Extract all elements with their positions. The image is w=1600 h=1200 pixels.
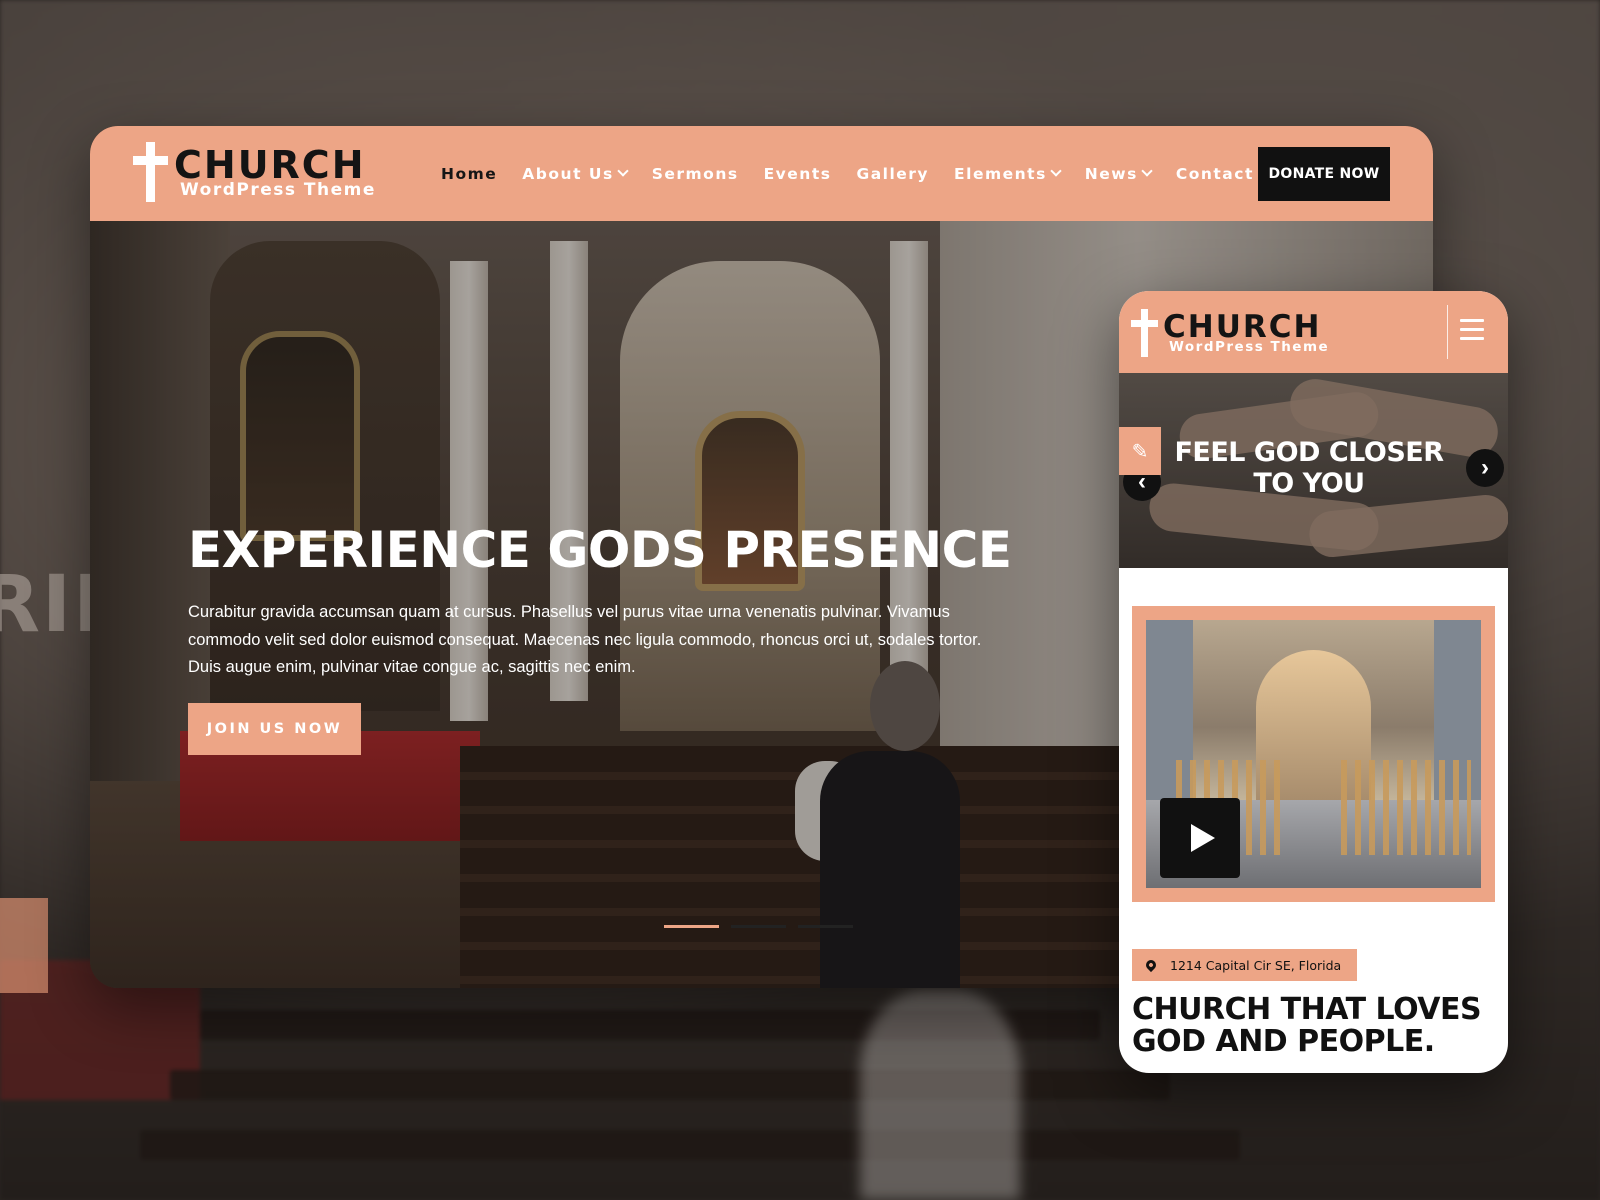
nav-item-sermons[interactable]: Sermons	[652, 165, 739, 183]
chevron-down-icon	[1050, 165, 1062, 177]
nav-item-home[interactable]: Home	[441, 165, 497, 183]
background-pew	[140, 1130, 1240, 1160]
nav-item-elements[interactable]: Elements	[954, 164, 1062, 183]
logo-tagline: WordPress Theme	[1169, 338, 1330, 355]
play-button[interactable]	[1160, 798, 1240, 878]
play-icon	[1191, 824, 1215, 852]
nav-item-label: Gallery	[856, 164, 930, 183]
edit-pencil-icon[interactable]: ✎	[1119, 427, 1161, 475]
cross-icon	[1129, 309, 1159, 357]
mobile-slide-title: FEEL GOD CLOSER TO YOU	[1174, 437, 1444, 499]
slider-dot-2[interactable]	[731, 925, 786, 928]
video-thumbnail[interactable]	[1146, 620, 1481, 888]
hero-title: EXPERIENCE GODS PRESENCE	[188, 521, 1012, 579]
nav-item-label: Sermons	[651, 164, 739, 183]
slider-dot-3[interactable]	[798, 925, 853, 928]
background-figure	[860, 990, 1020, 1200]
hero-slider-dots	[664, 925, 865, 928]
nav-item-label: News	[1084, 164, 1138, 183]
cross-icon	[130, 142, 170, 202]
logo-tagline: WordPress Theme	[180, 179, 376, 200]
hamburger-menu-icon[interactable]	[1460, 319, 1484, 340]
mobile-mockup: CHURCH WordPress Theme ‹ ✎ FEEL GOD CLOS…	[1119, 291, 1508, 1073]
slider-dot-1[interactable]	[664, 925, 719, 928]
nav-item-events[interactable]: Events	[764, 165, 832, 183]
site-logo[interactable]: CHURCH WordPress Theme	[130, 142, 376, 202]
background-peach-block	[0, 898, 48, 993]
mobile-site-logo[interactable]: CHURCH WordPress Theme	[1129, 309, 1329, 357]
nav-item-gallery[interactable]: Gallery	[856, 165, 929, 183]
chevron-down-icon	[617, 165, 629, 177]
map-pin-icon	[1143, 957, 1159, 973]
address-badge: 1214 Capital Cir SE, Florida	[1132, 949, 1358, 981]
video-frame	[1132, 606, 1495, 902]
hero-text: Curabitur gravida accumsan quam at cursu…	[188, 603, 982, 676]
nav-item-label: Home	[441, 164, 498, 183]
background-pew	[170, 1070, 1170, 1100]
chevron-down-icon	[1141, 165, 1153, 177]
mobile-section-heading: CHURCH THAT LOVES GOD AND PEOPLE.	[1132, 992, 1482, 1059]
donate-button[interactable]: DONATE NOW	[1258, 147, 1390, 201]
slide-next-button[interactable]: ›	[1466, 449, 1504, 487]
join-us-button[interactable]: JOIN US NOW	[188, 703, 361, 755]
mobile-hero-slide: ‹ ✎ FEEL GOD CLOSER TO YOU ›	[1119, 373, 1508, 568]
logo-name: CHURCH	[174, 142, 366, 187]
nav-item-label: About Us	[522, 164, 614, 183]
desktop-header: CHURCH WordPress Theme Home About Us Ser…	[90, 126, 1433, 221]
nav-item-about-us[interactable]: About Us	[522, 164, 629, 183]
nav-item-news[interactable]: News	[1084, 164, 1153, 183]
mobile-header: CHURCH WordPress Theme	[1119, 291, 1508, 373]
address-text: 1214 Capital Cir SE, Florida	[1170, 957, 1342, 973]
nav-item-label: Elements	[954, 164, 1047, 183]
nav-item-label: Events	[763, 164, 832, 183]
header-divider	[1447, 305, 1448, 359]
main-nav: Home About Us Sermons Events Gallery Ele…	[441, 126, 1311, 221]
thumbnail-chairs	[1341, 760, 1471, 855]
